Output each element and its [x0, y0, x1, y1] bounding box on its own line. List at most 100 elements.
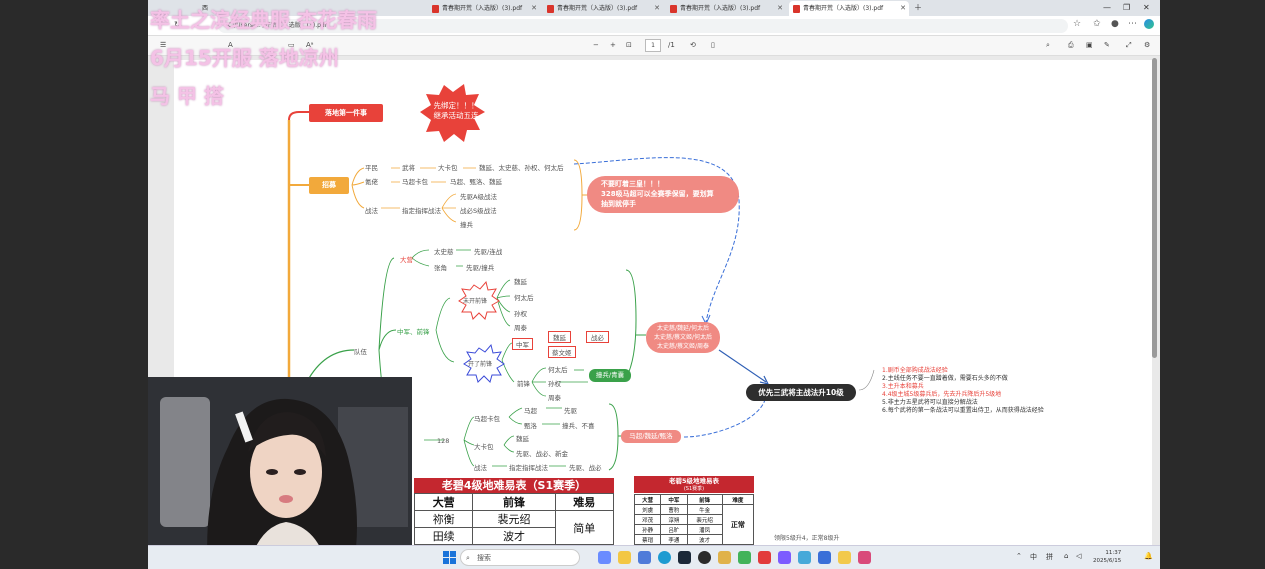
app-icon[interactable]: [838, 551, 851, 564]
app-icon[interactable]: [758, 551, 771, 564]
node-middle-front: 中军、前锋: [397, 328, 430, 336]
more-icon[interactable]: ⋯: [1128, 19, 1137, 29]
scrollbar[interactable]: [1152, 58, 1157, 358]
close-window-icon[interactable]: ✕: [1143, 0, 1150, 16]
table5-grid: 大营 中军 前锋 难度 刘虞 曹豹 牛金 正常 邓茂 淳朔 裴元绍 孙静 吕旷 …: [633, 494, 755, 545]
node-sunquan-2: 孙权: [548, 380, 561, 388]
ime-lang-1[interactable]: 中: [1030, 552, 1037, 562]
table4-header-front: 前锋: [472, 493, 556, 511]
tab-2[interactable]: 青春期开荒（入选版）(3).pdf ✕: [543, 1, 663, 16]
new-tab-icon[interactable]: ＋: [914, 0, 922, 16]
zoom-in-icon[interactable]: +: [610, 41, 616, 49]
volume-icon[interactable]: ◁: [1076, 552, 1081, 560]
task-view-icon[interactable]: [598, 551, 611, 564]
table5-cell: 波才: [686, 534, 723, 545]
start-square: [450, 551, 456, 557]
favorites-icon[interactable]: ✩: [1093, 19, 1101, 29]
page-number-input[interactable]: 1: [645, 39, 661, 52]
edge-icon[interactable]: [658, 551, 671, 564]
start-square: [443, 551, 449, 557]
tip-4: 4.4级主城5级募兵后，先去升兵降后升5级地: [882, 391, 1002, 398]
left-letterbox: [0, 0, 148, 569]
node-a-tactic: 先驱A级战法: [460, 193, 497, 201]
tab-4-active[interactable]: 青春期开荒（入选版）(3).pdf ✕: [789, 1, 909, 16]
node-weiyan-3: 魏延: [516, 435, 529, 443]
close-icon[interactable]: ✕: [777, 1, 783, 16]
table5-header: 难度: [721, 494, 755, 505]
taskbar-search[interactable]: ⌕ 搜索: [460, 549, 580, 566]
node-front: 前锋: [517, 380, 530, 388]
table5-cell: 吕旷: [660, 524, 688, 535]
green-label-bubing: 撞兵/青囊: [589, 369, 631, 382]
pdf-icon: [432, 5, 439, 13]
tip-6: 6.每个武将的第一条战法可以重置出侍卫，从而获得战法经验: [882, 407, 1044, 414]
chrome-icon[interactable]: [738, 551, 751, 564]
tip-3: 3.主升本和募兵: [882, 383, 924, 390]
combo-line-2: 太史慈/蔡文姬/何太后: [653, 334, 713, 341]
clock-date: 2025/6/15: [1093, 558, 1122, 564]
node-taishici: 太史慈: [434, 248, 454, 256]
close-icon[interactable]: ✕: [900, 1, 906, 16]
save-icon[interactable]: ▣: [1086, 41, 1093, 49]
app-icon[interactable]: [778, 551, 791, 564]
node-tactic-result: 先驱、战必: [569, 464, 602, 472]
table4-cell-difficulty: 简单: [554, 510, 615, 545]
taskbar: ⌕ 搜索 ⌃ 中 拼 ⌂ ◁ 11:37 2025/6/15 🔔: [148, 545, 1160, 569]
tab-1[interactable]: 青春期开荒（入选版）(3).pdf ✕: [428, 1, 540, 16]
file-explorer-icon[interactable]: [618, 551, 631, 564]
node-zhoutai: 周泰: [514, 324, 527, 332]
ime-lang-2[interactable]: 拼: [1046, 552, 1053, 562]
app-icon[interactable]: [798, 551, 811, 564]
settings-icon[interactable]: ⚙: [1144, 41, 1150, 49]
node-zhanbi: 战必: [586, 331, 609, 343]
app-icon[interactable]: [638, 551, 651, 564]
clock[interactable]: 11:37 2025/6/15: [1093, 549, 1121, 565]
star-icon[interactable]: ☆: [1073, 19, 1081, 29]
app-icon[interactable]: [718, 551, 731, 564]
table5-cell: 淳朔: [660, 514, 688, 525]
start-icon[interactable]: [443, 551, 456, 564]
table4-cell: 裴元绍: [472, 510, 556, 528]
node-middle-army: 中军: [512, 338, 533, 350]
tab-label: 青春期开荒（入选版）(3).pdf: [557, 5, 638, 12]
node-machao-pack: 马超卡包: [402, 178, 428, 186]
table5-cell: 曹豹: [660, 504, 688, 515]
difficulty-table-5: 老碧5级地难易表 (S1赛季) 大营 中军 前锋 难度 刘虞 曹豹 牛金 正常 …: [633, 476, 755, 545]
zoom-out-icon[interactable]: −: [593, 41, 599, 49]
node-wujiang: 武将: [402, 164, 415, 172]
node-bubing: 撞兵: [460, 221, 473, 229]
table5-cell: 裴元绍: [686, 514, 723, 525]
profile-icon[interactable]: ●: [1111, 19, 1119, 29]
notification-icon[interactable]: 🔔: [1144, 552, 1153, 560]
app-icon[interactable]: [698, 551, 711, 564]
table4-cell: 波才: [472, 527, 556, 545]
copilot-icon[interactable]: [1144, 19, 1154, 29]
webcam-overlay: [148, 377, 412, 569]
app-icon[interactable]: [818, 551, 831, 564]
search-icon[interactable]: ⌕: [1046, 41, 1050, 50]
network-icon[interactable]: ⌂: [1064, 552, 1068, 560]
table4-grid: 大营 前锋 难易 祢衡 裴元绍 简单 田续 波才: [413, 493, 615, 545]
rotate-icon[interactable]: ⟲: [690, 41, 696, 49]
table5-cell: 刘虞: [633, 504, 662, 515]
fullscreen-icon[interactable]: ⤢: [1126, 41, 1132, 50]
print-icon[interactable]: ⎙: [1068, 41, 1074, 50]
tray-chevron-icon[interactable]: ⌃: [1016, 552, 1022, 560]
two-page-icon[interactable]: ▯: [711, 41, 715, 49]
node-128: 128: [437, 437, 450, 445]
node-machao: 马超: [524, 407, 537, 415]
node-bigpack-result: 魏延、太史慈、孙权、何太后: [479, 164, 564, 172]
fit-icon[interactable]: ⊡: [626, 41, 632, 49]
close-icon[interactable]: ✕: [531, 1, 537, 16]
minimize-icon[interactable]: —: [1103, 0, 1111, 16]
close-icon[interactable]: ✕: [654, 1, 660, 16]
app-icon[interactable]: [858, 551, 871, 564]
node-command-tactic-2: 指定指挥战法: [509, 464, 548, 472]
tip-1: 1.剧币全部购成战法经验: [882, 367, 948, 374]
steam-icon[interactable]: [678, 551, 691, 564]
tab-3[interactable]: 青春期开荒（入选版）(3).pdf ✕: [666, 1, 786, 16]
table5-header: 前锋: [686, 494, 723, 505]
maximize-icon[interactable]: ❐: [1123, 0, 1130, 16]
edit-icon[interactable]: ✎: [1104, 41, 1110, 49]
table5-header: 中军: [660, 494, 688, 505]
